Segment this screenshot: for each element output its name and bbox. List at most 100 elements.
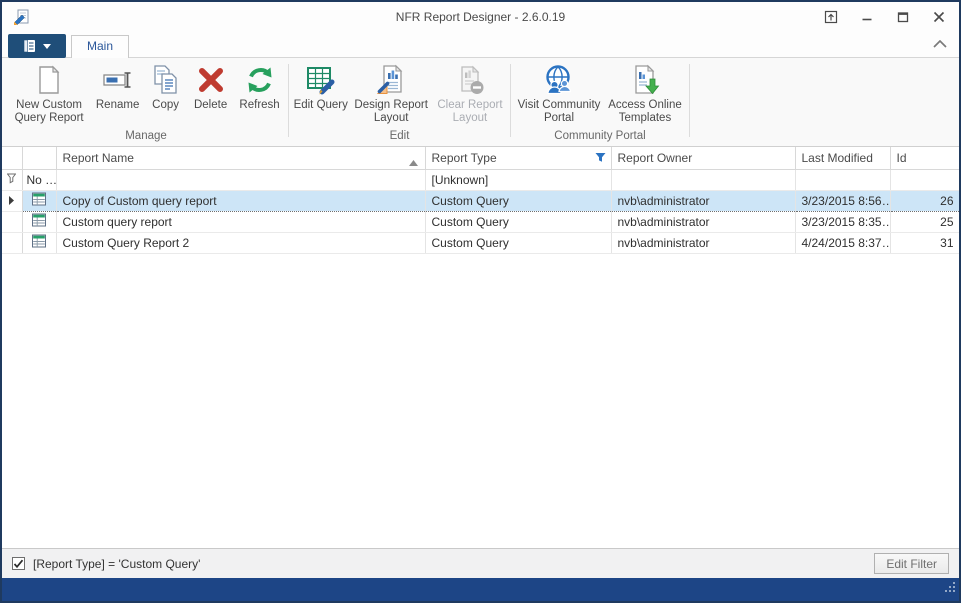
cell-report-type: Custom Query <box>425 190 611 211</box>
table-row[interactable]: Custom query report Custom Query nvb\adm… <box>2 211 959 232</box>
rename-icon <box>102 64 134 96</box>
application-menu-button[interactable] <box>8 34 66 58</box>
access-online-templates-button[interactable]: Access Online Templates <box>604 61 686 125</box>
rename-button[interactable]: Rename <box>91 61 144 112</box>
copy-button[interactable]: Copy <box>144 61 187 112</box>
collapse-ribbon-icon[interactable] <box>933 35 947 53</box>
report-type-icon-cell <box>22 232 56 253</box>
ribbon-group-community-portal: Visit Community Portal Access Onli <box>514 61 686 146</box>
clear-report-layout-button[interactable]: Clear Report Layout <box>433 61 507 125</box>
ribbon-tab-row: Main <box>2 32 959 58</box>
delete-icon <box>195 64 227 96</box>
column-header-last-modified[interactable]: Last Modified <box>795 147 890 169</box>
filter-expression-text[interactable]: [Report Type] = 'Custom Query' <box>33 557 200 571</box>
online-templates-icon <box>629 64 661 96</box>
cell-report-type: Custom Query <box>425 232 611 253</box>
group-caption-edit: Edit <box>292 130 507 146</box>
filter-cell-id[interactable] <box>890 169 959 190</box>
close-icon[interactable] <box>929 8 949 26</box>
report-type-icon-cell <box>22 211 56 232</box>
edit-query-button[interactable]: Edit Query <box>292 61 349 112</box>
row-indicator-header <box>2 147 22 169</box>
filter-cell-report-name[interactable] <box>56 169 425 190</box>
cell-id: 25 <box>890 211 959 232</box>
filter-cell-last-modified[interactable] <box>795 169 890 190</box>
row-indicator <box>2 211 22 232</box>
filter-cell-icon-column[interactable]: No … <box>22 169 56 190</box>
cell-last-modified: 3/23/2015 8:56… <box>795 190 890 211</box>
title-bar: NFR Report Designer - 2.6.0.19 <box>2 2 959 32</box>
window-title: NFR Report Designer - 2.6.0.19 <box>2 10 959 24</box>
custom-query-report-icon <box>31 233 47 249</box>
cell-report-type: Custom Query <box>425 211 611 232</box>
group-separator <box>510 64 511 137</box>
group-caption-manage: Manage <box>7 130 285 146</box>
icon-column-header[interactable] <box>22 147 56 169</box>
grid-header-row: Report Name Report Type <box>2 147 959 169</box>
edit-query-icon <box>305 64 337 96</box>
group-caption-community-portal: Community Portal <box>514 130 686 146</box>
chevron-down-icon <box>43 44 51 49</box>
column-header-report-type[interactable]: Report Type <box>425 147 611 169</box>
filter-row-funnel-icon <box>7 173 16 184</box>
minimize-icon[interactable] <box>857 8 877 26</box>
design-report-layout-button[interactable]: Design Report Layout <box>349 61 432 125</box>
column-header-report-name[interactable]: Report Name <box>56 147 425 169</box>
group-separator <box>288 64 289 137</box>
filter-cell-report-type[interactable]: [Unknown] <box>425 169 611 190</box>
column-header-report-owner[interactable]: Report Owner <box>611 147 795 169</box>
delete-button[interactable]: Delete <box>187 61 234 112</box>
checkmark-icon <box>13 559 24 569</box>
design-report-layout-icon <box>375 64 407 96</box>
column-header-id[interactable]: Id <box>890 147 959 169</box>
ribbon-group-edit: Edit Query <box>292 61 507 146</box>
cell-id: 26 <box>890 190 959 211</box>
cell-report-name: Custom Query Report 2 <box>56 232 425 253</box>
table-row[interactable]: Copy of Custom query report Custom Query… <box>2 190 959 211</box>
refresh-icon <box>244 64 276 96</box>
new-document-icon <box>33 64 65 96</box>
report-type-icon-cell <box>22 190 56 211</box>
maximize-icon[interactable] <box>893 8 913 26</box>
report-list-icon <box>23 39 38 53</box>
edit-filter-button[interactable]: Edit Filter <box>874 553 949 574</box>
cell-report-owner: nvb\administrator <box>611 211 795 232</box>
cell-report-owner: nvb\administrator <box>611 190 795 211</box>
row-indicator <box>2 232 22 253</box>
resize-grip-icon[interactable] <box>944 580 956 598</box>
copy-icon <box>150 64 182 96</box>
custom-query-report-icon <box>31 212 47 228</box>
current-row-arrow-icon <box>9 196 14 205</box>
new-custom-query-report-button[interactable]: New Custom Query Report <box>7 61 91 125</box>
filter-funnel-icon[interactable] <box>595 152 606 166</box>
group-separator <box>689 64 690 137</box>
auto-filter-row: No … [Unknown] <box>2 169 959 190</box>
custom-query-report-icon <box>31 191 47 207</box>
ribbon: New Custom Query Report Rename <box>2 58 959 147</box>
visit-community-portal-button[interactable]: Visit Community Portal <box>514 61 604 125</box>
bring-to-front-icon[interactable] <box>821 8 841 26</box>
filter-cell-report-owner[interactable] <box>611 169 795 190</box>
status-bar <box>2 578 959 601</box>
cell-id: 31 <box>890 232 959 253</box>
window-controls <box>821 8 949 26</box>
app-logo-icon <box>12 8 30 26</box>
cell-last-modified: 3/23/2015 8:35… <box>795 211 890 232</box>
auto-filter-row-indicator <box>2 169 22 190</box>
community-portal-icon <box>543 64 575 96</box>
ribbon-group-manage: New Custom Query Report Rename <box>7 61 285 146</box>
filter-enabled-checkbox[interactable] <box>12 557 25 570</box>
clear-report-layout-icon <box>454 64 486 96</box>
report-grid: Report Name Report Type <box>2 147 959 548</box>
cell-report-name: Custom query report <box>56 211 425 232</box>
app-window: NFR Report Designer - 2.6.0.19 <box>0 0 961 603</box>
cell-last-modified: 4/24/2015 8:37… <box>795 232 890 253</box>
cell-report-name: Copy of Custom query report <box>56 190 425 211</box>
tab-main[interactable]: Main <box>71 35 129 58</box>
refresh-button[interactable]: Refresh <box>234 61 285 112</box>
cell-report-owner: nvb\administrator <box>611 232 795 253</box>
row-indicator <box>2 190 22 211</box>
table-row[interactable]: Custom Query Report 2 Custom Query nvb\a… <box>2 232 959 253</box>
sort-ascending-icon <box>409 155 418 169</box>
filter-panel: [Report Type] = 'Custom Query' Edit Filt… <box>2 548 959 578</box>
